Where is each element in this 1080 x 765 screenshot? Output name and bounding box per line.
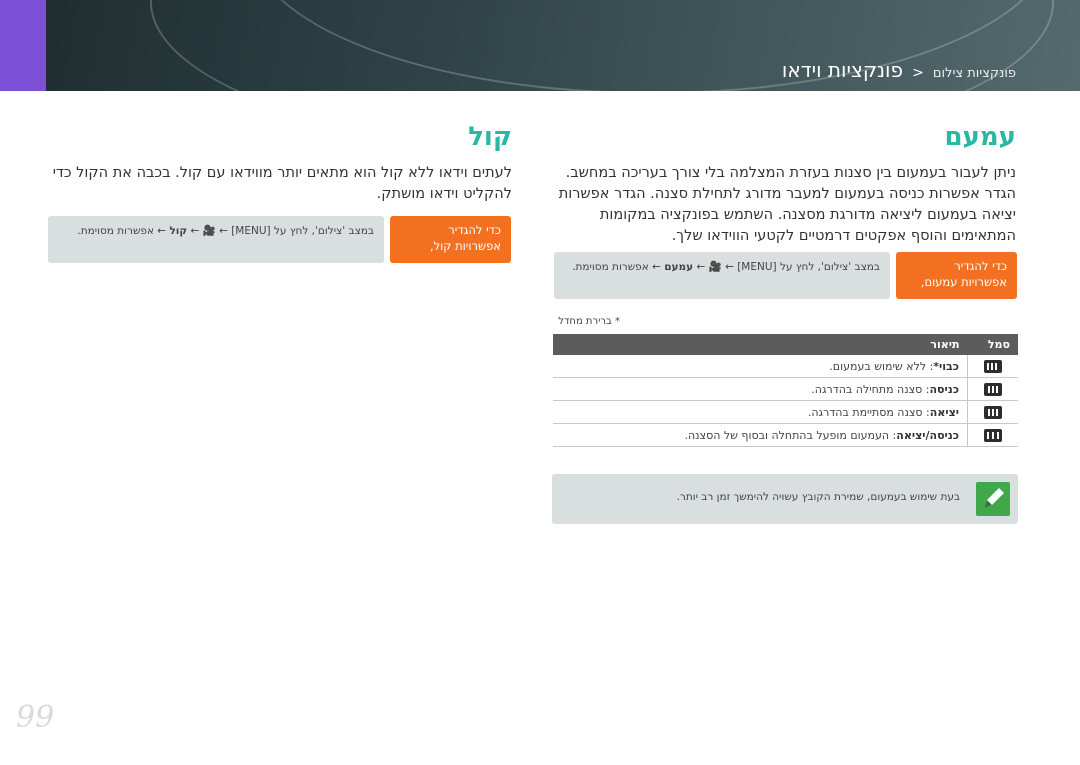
pencil-note-icon <box>976 482 1010 516</box>
fader-in-out-icon <box>984 428 1002 442</box>
page-title: פונקציות וידאו <box>781 58 903 82</box>
steps-arrow: ← <box>696 261 706 273</box>
table-row: כניסה: סצנה מתחילה בהדרגה. <box>553 377 1018 401</box>
option-desc: : העמעום מופעל בהתחלה ובסוף של הסצנה. <box>684 428 897 442</box>
voice-title: קול <box>468 122 512 152</box>
chapter-tab <box>0 0 46 91</box>
fader-title: עמעם <box>944 122 1016 152</box>
steps-suffix: ← אפשרות מסוימת. <box>77 225 167 237</box>
voice-howto: כדי להגדיר אפשרויות קול, במצב 'צילום', ל… <box>48 216 511 263</box>
steps-prefix: במצב 'צילום', לחץ על [MENU] ← <box>725 261 880 273</box>
table-row: כניסה/יציאה: העמעום מופעל בהתחלה ובסוף ש… <box>553 423 1018 447</box>
steps-arrow: ← <box>190 225 200 237</box>
steps-bold: קול <box>169 225 188 237</box>
video-mode-icon: 🎥 <box>202 225 216 237</box>
column-desc-header: תיאור <box>553 334 968 355</box>
steps-suffix: ← אפשרות מסוימת. <box>572 261 661 273</box>
fader-out-icon <box>984 405 1002 419</box>
column-icon-header: סמל <box>967 334 1018 355</box>
fader-howto-badge: כדי להגדיר אפשרויות עמעום, <box>896 252 1017 299</box>
page-header: פונקציות צילום < פונקציות וידאו <box>0 0 1080 91</box>
fader-paragraph: ניתן לעבור בעמעום בין סצנות בעזרת המצלמה… <box>558 165 1016 244</box>
voice-paragraph: לעתים וידאו ללא קול הוא מתאים יותר מוויד… <box>52 165 512 202</box>
option-desc: : סצנה מסתיימת בהדרגה. <box>807 405 930 419</box>
option-name: כבוי* <box>933 359 959 373</box>
breadcrumb-parent[interactable]: פונקציות צילום <box>933 66 1016 81</box>
table-row: כבוי*: ללא שימוש בעמעום. <box>553 355 1018 378</box>
voice-howto-steps: במצב 'צילום', לחץ על [MENU] ← 🎥 ← קול ← … <box>48 216 384 263</box>
fader-in-icon <box>984 382 1002 396</box>
steps-prefix: במצב 'צילום', לחץ על [MENU] ← <box>219 225 374 237</box>
video-mode-icon: 🎥 <box>708 261 722 273</box>
option-name: יציאה <box>929 405 959 419</box>
voice-howto-badge: כדי להגדיר אפשרויות קול, <box>390 216 511 263</box>
table-row: יציאה: סצנה מסתיימת בהדרגה. <box>553 400 1018 424</box>
option-desc: : סצנה מתחילה בהדרגה. <box>811 382 930 396</box>
tip-text: בעת שימוש בעמעום, שמירת הקובץ עשויה להימ… <box>676 491 960 503</box>
fader-options-table: סמל תיאור כבוי*: ללא שימוש בעמעום. כניסה… <box>553 334 1018 447</box>
fader-off-icon <box>984 359 1002 373</box>
fader-howto-steps: במצב 'צילום', לחץ על [MENU] ← 🎥 ← עמעם ←… <box>554 252 890 299</box>
breadcrumb-separator: < <box>912 65 924 81</box>
tip-box: בעת שימוש בעמעום, שמירת הקובץ עשויה להימ… <box>552 474 1018 524</box>
fader-howto: כדי להגדיר אפשרויות עמעום, במצב 'צילום',… <box>554 252 1017 299</box>
page-number: 99 <box>16 700 55 735</box>
option-name: כניסה <box>929 382 960 396</box>
option-desc: : ללא שימוש בעמעום. <box>829 359 934 373</box>
breadcrumb: פונקציות צילום < פונקציות וידאו <box>782 58 1016 82</box>
default-footnote: * ברירת מחדל <box>558 316 620 327</box>
option-name: כניסה/יציאה <box>896 428 959 442</box>
steps-bold: עמעם <box>664 261 694 273</box>
